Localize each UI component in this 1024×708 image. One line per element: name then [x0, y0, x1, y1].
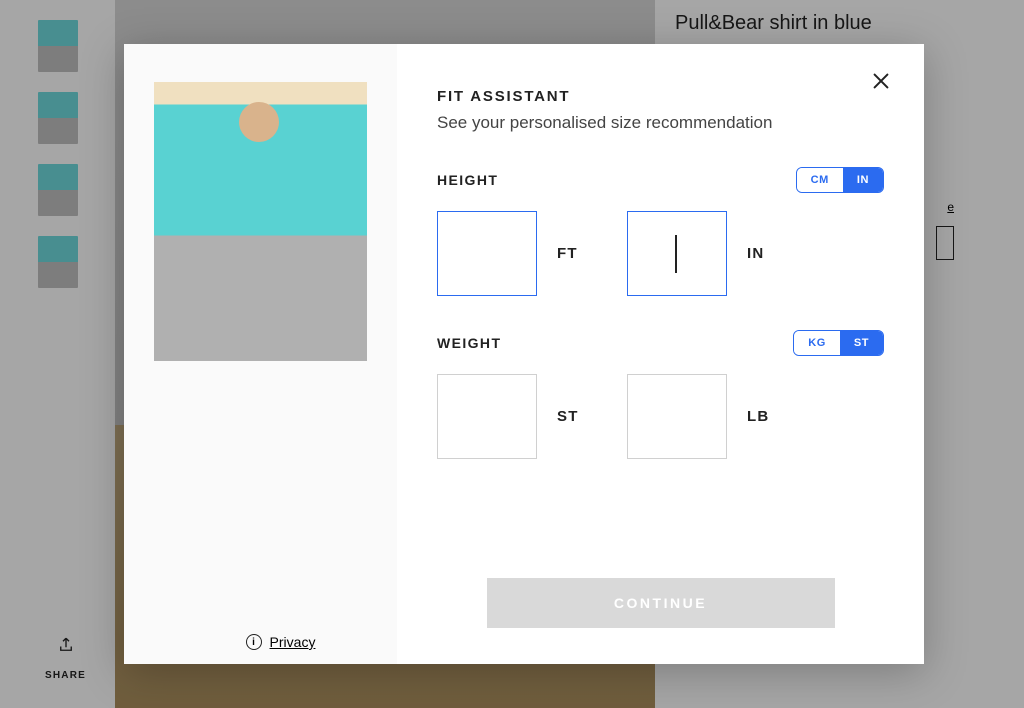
privacy-row[interactable]: i Privacy [194, 634, 367, 650]
info-icon: i [246, 634, 262, 650]
modal-product-image [154, 82, 367, 361]
close-icon [870, 70, 892, 92]
continue-button[interactable]: CONTINUE [487, 578, 835, 628]
modal-image-panel: i Privacy [124, 44, 397, 664]
height-ft-input[interactable] [437, 211, 537, 296]
height-unit-toggle: CM IN [796, 167, 884, 193]
weight-label: WEIGHT [437, 335, 501, 351]
modal-title: FIT ASSISTANT [437, 88, 884, 105]
weight-unit-st[interactable]: ST [840, 331, 883, 355]
weight-unit-kg[interactable]: KG [794, 331, 840, 355]
height-unit-in[interactable]: IN [843, 168, 883, 192]
height-section: HEIGHT CM IN FT IN [437, 167, 884, 296]
fit-assistant-modal: i Privacy FIT ASSISTANT See your persona… [124, 44, 924, 664]
modal-form-panel: FIT ASSISTANT See your personalised size… [397, 44, 924, 664]
close-button[interactable] [866, 66, 896, 96]
weight-unit-toggle: KG ST [793, 330, 884, 356]
height-in-input[interactable] [627, 211, 727, 296]
weight-st-input[interactable] [437, 374, 537, 459]
privacy-link[interactable]: Privacy [270, 634, 316, 650]
weight-section: WEIGHT KG ST ST LB [437, 330, 884, 459]
height-in-unit-label: IN [747, 245, 797, 262]
height-label: HEIGHT [437, 172, 498, 188]
height-unit-cm[interactable]: CM [797, 168, 843, 192]
height-ft-unit-label: FT [557, 245, 607, 262]
weight-st-unit-label: ST [557, 408, 607, 425]
modal-subtitle: See your personalised size recommendatio… [437, 113, 884, 133]
weight-lb-input[interactable] [627, 374, 727, 459]
weight-lb-unit-label: LB [747, 408, 797, 425]
